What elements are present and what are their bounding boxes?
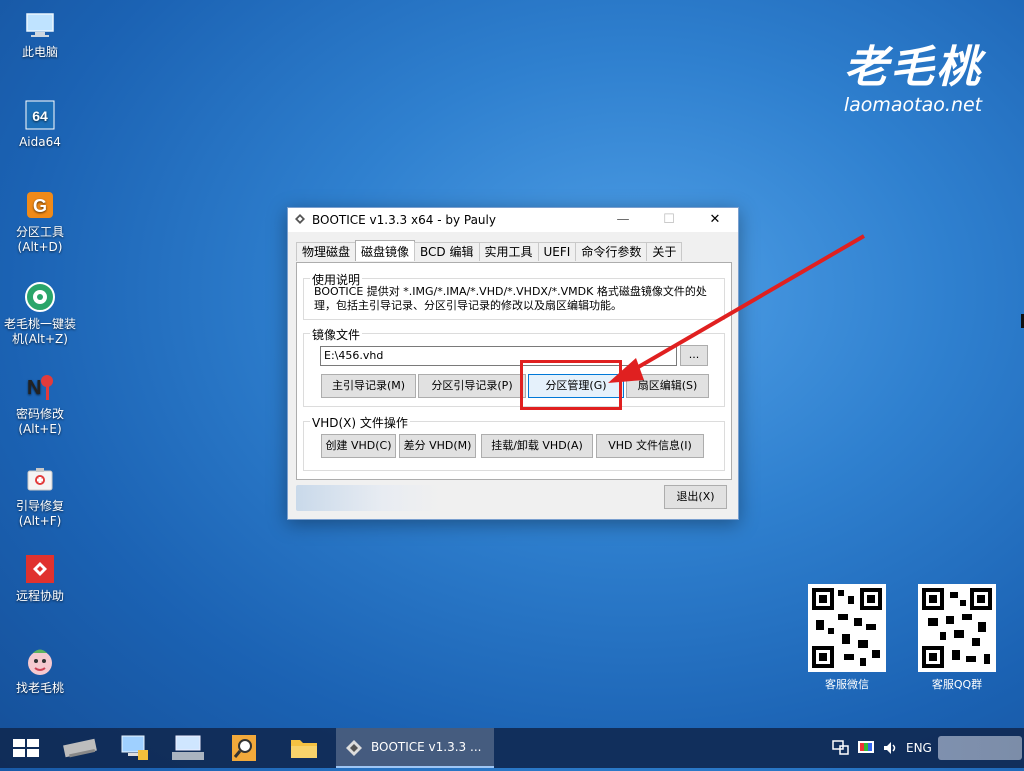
language-indicator[interactable]: ENG [906,728,932,768]
desktop-icon-label: 老毛桃一键装 机(Alt+Z) [4,317,77,346]
diff-vhd-button[interactable]: 差分 VHD(M) [399,434,476,458]
desktop-icon-aida64[interactable]: 64 Aida64 [4,98,76,150]
blurred-clock-area[interactable] [938,736,1022,760]
taskbar-file-explorer[interactable] [278,728,330,768]
tab-physical-disk[interactable]: 物理磁盘 [296,242,357,261]
magnifier-icon [232,735,256,761]
maximize-button[interactable]: ☐ [646,208,692,232]
desktop-icon-label: 找老毛桃 [15,681,64,695]
windows-logo-icon [13,739,39,757]
volume-icon[interactable] [882,740,898,756]
folder-icon [291,740,317,758]
vhd-ops-group: VHD(X) 文件操作 创建 VHD(C) 差分 VHD(M) 挂载/卸载 VH… [303,414,725,471]
qr-pattern-icon [922,588,992,668]
taskbar-search-tool[interactable] [218,728,270,768]
tab-uefi[interactable]: UEFI [537,242,577,261]
minimize-button[interactable]: — [600,208,646,232]
remote-assist-icon [26,555,54,583]
desktop-icon-this-pc[interactable]: 此电脑 [4,8,76,60]
desktop-icon-label: 密码修改 (Alt+E) [15,407,64,436]
display-color-icon[interactable] [857,740,875,756]
desktop-icon-find-laomaotao[interactable]: 找老毛桃 [4,644,76,696]
exit-button[interactable]: 退出(X) [664,485,727,509]
network-computer-icon [121,735,148,760]
qr-code-qq-group: 客服QQ群 [917,584,997,692]
keyboard-icon [172,735,204,760]
taskbar-bootice-task[interactable]: BOOTICE v1.3.3 ... [336,728,494,768]
brand-logo-url: laomaotao.net [843,94,983,116]
taskbar-network[interactable] [108,728,160,768]
qr-code-label: 客服QQ群 [931,678,983,691]
start-button[interactable] [0,728,52,768]
brand-logo-cn: 老毛桃 [844,42,982,93]
qr-code-image [918,584,996,672]
svg-text:64: 64 [32,108,48,124]
create-vhd-button[interactable]: 创建 VHD(C) [321,434,396,458]
desktop-icon-label: Aida64 [19,135,61,149]
desktop-icon-label: 分区工具 (Alt+D) [15,225,64,254]
network-status-icon[interactable] [832,740,850,756]
svg-text:G: G [33,196,47,216]
mbr-button[interactable]: 主引导记录(M) [321,374,416,398]
password-change-icon: N [27,375,53,400]
tab-bcd-edit[interactable]: BCD 编辑 [414,242,480,261]
window-titlebar[interactable]: BOOTICE v1.3.3 x64 - by Pauly — ☐ ✕ [288,208,738,232]
taskbar-task-label: BOOTICE v1.3.3 ... [371,740,482,754]
image-file-group-label: 镜像文件 [310,326,363,343]
qr-code-label: 客服微信 [825,678,869,691]
bootice-app-icon [295,214,305,224]
desktop-icon-password-change[interactable]: N 密码修改 (Alt+E) [4,370,76,437]
desktop-icon-partition-tool[interactable]: G 分区工具 (Alt+D) [4,188,76,255]
close-button[interactable]: ✕ [692,208,738,232]
qr-code-image [808,584,886,672]
svg-text:N: N [27,377,41,399]
tab-disk-image[interactable]: 磁盘镜像 [355,240,416,261]
tab-utilities[interactable]: 实用工具 [478,242,539,261]
taskbar-keyboard[interactable] [162,728,214,768]
vhd-ops-group-label: VHD(X) 文件操作 [310,414,410,431]
mount-vhd-button[interactable]: 挂载/卸载 VHD(A) [481,434,593,458]
annotation-arrow-icon [608,234,866,383]
pbr-button[interactable]: 分区引导记录(P) [418,374,526,398]
find-laomaotao-icon [28,649,52,675]
brand-logo: 老毛桃 laomaotao.net [838,42,988,116]
blurred-status-area [296,485,441,511]
taskbar: BOOTICE v1.3.3 ... ENG [0,728,1024,768]
taskbar-memory-chip[interactable] [54,728,106,768]
bootice-app-icon [346,740,362,756]
one-key-install-icon [25,282,55,312]
desktop-icon-label: 远程协助 [15,589,64,603]
computer-icon [26,13,54,37]
desktop-icon-boot-repair[interactable]: 引导修复 (Alt+F) [4,462,76,529]
qr-code-wechat: 客服微信 [807,584,887,692]
vhd-info-button[interactable]: VHD 文件信息(I) [596,434,704,458]
aida64-icon: 64 [25,100,55,130]
desktop-icon-label: 此电脑 [21,45,58,59]
boot-repair-icon [27,468,53,491]
desktop-icon-remote-assist[interactable]: 远程协助 [4,552,76,604]
memory-chip-icon [63,738,97,758]
window-title: BOOTICE v1.3.3 x64 - by Pauly [312,213,496,227]
desktop-icon-label: 引导修复 (Alt+F) [15,499,64,528]
desktop-icon-one-key-install[interactable]: 老毛桃一键装 机(Alt+Z) [4,280,76,347]
qr-pattern-icon [812,588,882,668]
partition-tool-icon: G [27,192,53,218]
